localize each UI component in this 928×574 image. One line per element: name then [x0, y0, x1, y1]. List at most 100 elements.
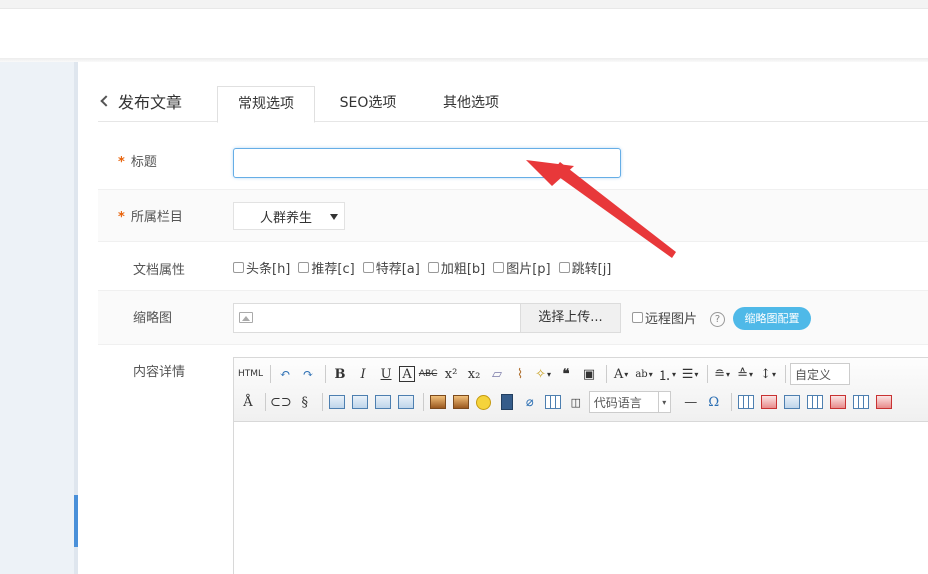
toolbar-separator [270, 365, 272, 383]
map-icon[interactable] [543, 391, 563, 413]
checkbox-icon [493, 262, 505, 273]
redo-icon[interactable]: ↷ [298, 363, 318, 385]
paragraph-spacing-top-icon[interactable]: ≘ ▾ [712, 363, 732, 385]
toolbar-row-2: Å ⊂⊃ § ⌀ ◫ 代码语言 ▾ — Ω [238, 389, 897, 415]
checkbox-icon [362, 262, 374, 273]
emoticon-icon[interactable] [474, 391, 494, 413]
paste-text-icon[interactable]: ▣ [579, 363, 599, 385]
superscript-icon[interactable]: x² [441, 363, 461, 385]
content-label: 内容详情 [133, 365, 186, 380]
image-center-icon[interactable] [396, 391, 416, 413]
toolbar-separator [606, 365, 608, 383]
multi-image-icon[interactable] [451, 391, 471, 413]
insert-column-icon[interactable] [851, 391, 871, 413]
horizontal-rule-icon[interactable]: — [681, 391, 701, 413]
tab-general[interactable]: 常规选项 [217, 86, 315, 123]
required-mark: * [118, 155, 125, 170]
eraser-icon[interactable]: ▱ [487, 363, 507, 385]
delete-row-icon[interactable] [828, 391, 848, 413]
checkbox-jump[interactable]: 跳转[j] [558, 258, 611, 277]
rich-text-editor: HTML ↶ ↷ B I U A ABC x² x₂ ▱ ⌇ ✧ ▾ ❝ ▣ A ▾… [233, 357, 928, 574]
attribute-checkboxes: 头条[h] 推荐[c] 特荐[a] 加粗[b] 图片[p] 跳转[j] [233, 258, 619, 277]
auto-format-icon[interactable]: ✧ ▾ [533, 363, 553, 385]
undo-icon[interactable]: ↶ [275, 363, 295, 385]
required-mark: * [118, 210, 125, 225]
insert-paragraph-before-table-icon[interactable] [782, 391, 802, 413]
image-float-right-icon[interactable] [350, 391, 370, 413]
checkbox-icon [233, 262, 244, 273]
tab-other[interactable]: 其他选项 [420, 86, 522, 122]
checkbox-icon [427, 262, 439, 273]
back-button[interactable]: 发布文章 [100, 90, 182, 112]
tab-seo[interactable]: SEO选项 [318, 86, 418, 122]
link-icon[interactable]: ⊂⊃ [270, 391, 292, 413]
checkbox-picture[interactable]: 图片[p] [493, 258, 551, 277]
sidebar [0, 62, 74, 574]
editor-toolbar: HTML ↶ ↷ B I U A ABC x² x₂ ▱ ⌇ ✧ ▾ ❝ ▣ A ▾… [234, 358, 928, 422]
highlight-color-icon[interactable]: ab ▾ [634, 363, 654, 385]
italic-icon[interactable]: I [353, 363, 373, 385]
ordered-list-icon[interactable]: ⒈ ▾ [657, 363, 677, 385]
insert-code-icon[interactable]: ◫ [566, 391, 586, 413]
caret-down-icon [330, 214, 338, 220]
title-input[interactable] [233, 148, 621, 178]
unordered-list-icon[interactable]: ☰ ▾ [680, 363, 700, 385]
thumbnail-upload-field[interactable]: 选择上传... [233, 303, 621, 333]
remote-image-checkbox[interactable]: 远程图片 [632, 308, 697, 327]
font-size-icon[interactable]: Å [238, 391, 258, 413]
special-chars-icon[interactable]: Ω [704, 391, 724, 413]
checkbox-recommend[interactable]: 推荐[c] [298, 258, 355, 277]
insert-row-icon[interactable] [805, 391, 825, 413]
thumbnail-label: 缩略图 [133, 311, 173, 326]
title-label: * 标题 [118, 155, 157, 170]
toolbar-separator [730, 393, 732, 411]
checkbox-icon [298, 262, 310, 273]
insert-image-icon[interactable] [428, 391, 448, 413]
toolbar-separator [321, 393, 323, 411]
image-float-none-icon[interactable] [373, 391, 393, 413]
category-select[interactable]: 人群养生 [233, 202, 345, 230]
underline-icon[interactable]: U [376, 363, 396, 385]
help-icon[interactable]: ? [710, 312, 725, 327]
subscript-icon[interactable]: x₂ [464, 363, 484, 385]
checkbox-icon [632, 312, 643, 323]
attachment-icon[interactable]: ⌀ [520, 391, 540, 413]
thumbnail-config-button[interactable]: 缩略图配置 [733, 307, 811, 330]
top-bar [0, 0, 928, 60]
image-icon [239, 312, 253, 323]
attributes-label: 文档属性 [133, 263, 186, 278]
checkbox-headline[interactable]: 头条[h] [233, 258, 290, 277]
toolbar-separator [707, 365, 709, 383]
image-float-left-icon[interactable] [327, 391, 347, 413]
delete-column-icon[interactable] [874, 391, 894, 413]
form-row-category [98, 190, 928, 242]
paragraph-spacing-bottom-icon[interactable]: ≙ ▾ [735, 363, 755, 385]
custom-title-select[interactable]: 自定义 [790, 363, 851, 385]
category-select-value: 人群养生 [260, 210, 313, 226]
checkbox-bold[interactable]: 加粗[b] [427, 258, 485, 277]
checkbox-special[interactable]: 特荐[a] [362, 258, 420, 277]
toolbar-row-1: HTML ↶ ↷ B I U A ABC x² x₂ ▱ ⌇ ✧ ▾ ❝ ▣ A ▾… [238, 361, 851, 387]
top-bar-divider [0, 8, 928, 9]
format-brush-icon[interactable]: ⌇ [510, 363, 530, 385]
video-icon[interactable] [497, 391, 517, 413]
toolbar-separator [325, 365, 327, 383]
delete-table-icon[interactable] [759, 391, 779, 413]
bold-icon[interactable]: B [330, 363, 350, 385]
strikethrough-icon[interactable]: ABC [418, 363, 438, 385]
blockquote-icon[interactable]: ❝ [556, 363, 576, 385]
editor-content-area[interactable] [234, 422, 928, 574]
unlink-icon[interactable]: § [295, 391, 315, 413]
upload-button[interactable]: 选择上传... [520, 304, 620, 332]
insert-table-icon[interactable] [736, 391, 756, 413]
code-language-select[interactable]: 代码语言 ▾ [588, 391, 671, 413]
category-label: * 所属栏目 [118, 210, 183, 225]
font-color-icon[interactable]: A ▾ [611, 363, 631, 385]
line-height-icon[interactable]: ↕ ▾ [758, 363, 778, 385]
toolbar-separator [265, 393, 266, 411]
chevron-left-icon [100, 95, 112, 107]
font-border-icon[interactable]: A [399, 366, 416, 382]
toolbar-separator [422, 393, 424, 411]
html-source-button[interactable]: HTML [238, 363, 263, 385]
toolbar-separator [785, 365, 787, 383]
